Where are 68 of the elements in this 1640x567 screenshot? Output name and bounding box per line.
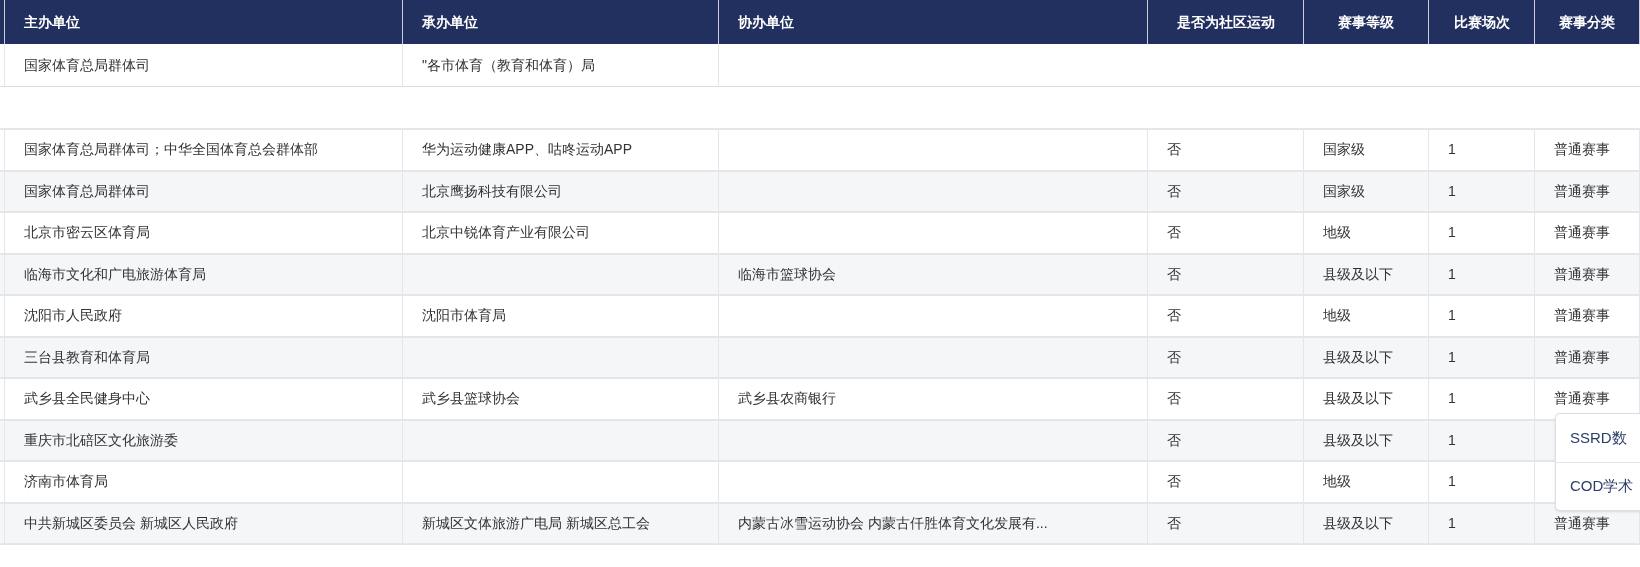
table-cell-text: 地级: [1323, 306, 1351, 326]
table-cell-text: 国家体育总局群体司；中华全国体育总会群体部: [24, 140, 318, 160]
table-cell-text: 否: [1167, 181, 1181, 201]
table-cell-text: 济南市体育局: [24, 472, 108, 492]
table-cell-text: 县级及以下: [1323, 264, 1393, 284]
table-cell-text: 华为运动健康APP、咕咚运动APP: [422, 140, 633, 160]
table-cell-text: 武乡县全民健身中心: [24, 389, 150, 409]
table-cell-text: "各市体育（教育和体育）局: [422, 55, 595, 75]
table-cell-text: 否: [1167, 389, 1181, 409]
table-cell-text: 1: [1448, 389, 1456, 409]
table-cell-text: 否: [1167, 347, 1181, 367]
table-cell-text: 重庆市北碚区文化旅游委: [24, 430, 178, 450]
column-header: 赛事等级: [1338, 12, 1394, 32]
table-cell-text: 沈阳市体育局: [422, 306, 506, 326]
table-cell-text: 否: [1167, 430, 1181, 450]
table-cell-text: 国家体育总局群体司: [24, 55, 150, 75]
table-cell-text: 1: [1448, 223, 1456, 243]
table-cell-text: 国家体育总局群体司: [24, 181, 150, 201]
table-cell-text: 武乡县农商银行: [738, 389, 836, 409]
table-cell-text: 内蒙古冰雪运动协会 内蒙古仟胜体育文化发展有...: [738, 513, 1048, 533]
table-cell-text: 临海市篮球协会: [738, 264, 836, 284]
table-cell-text: 1: [1448, 347, 1456, 367]
table-cell-text: 普通赛事: [1554, 181, 1610, 201]
table-cell-text: 地级: [1323, 472, 1351, 492]
table-cell-text: 1: [1448, 306, 1456, 326]
table-cell-text: 普通赛事: [1554, 513, 1610, 533]
table-cell-text: 国家级: [1323, 140, 1365, 160]
table-cell-text: 县级及以下: [1323, 513, 1393, 533]
table-cell-text: 否: [1167, 223, 1181, 243]
table-cell-text: 北京鹰扬科技有限公司: [422, 181, 562, 201]
table-cell-text: 1: [1448, 181, 1456, 201]
table-cell-text: 县级及以下: [1323, 389, 1393, 409]
table-cell-text: 否: [1167, 513, 1181, 533]
table-cell-text: 普通赛事: [1554, 223, 1610, 243]
table-cell-text: 沈阳市人民政府: [24, 306, 122, 326]
column-header: 比赛场次: [1453, 12, 1510, 32]
column-header: 承办单位: [422, 12, 478, 32]
column-header: 协办单位: [738, 12, 794, 32]
table-cell-text: 武乡县篮球协会: [422, 389, 520, 409]
table-cell-text: 中共新城区委员会 新城区人民政府: [24, 513, 238, 533]
table-cell-text: 北京市密云区体育局: [24, 223, 150, 243]
menu-item[interactable]: COD学术: [1556, 462, 1640, 510]
table-cell-text: 1: [1448, 513, 1456, 533]
table-cell-text: 1: [1448, 472, 1456, 492]
table-cell-text: 县级及以下: [1323, 347, 1393, 367]
table-cell-text: 新城区文体旅游广电局 新城区总工会: [422, 513, 650, 533]
table-cell-text: 普通赛事: [1554, 140, 1610, 160]
table-cell-text: 1: [1448, 430, 1456, 450]
column-header: 主办单位: [24, 12, 80, 32]
table-cell-text: 地级: [1323, 223, 1351, 243]
column-header: 赛事分类: [1559, 12, 1615, 32]
menu-item[interactable]: SSRD数: [1556, 414, 1640, 462]
table-cell-text: 1: [1448, 264, 1456, 284]
table-cell-text: 普通赛事: [1554, 306, 1610, 326]
table-cell-text: 北京中锐体育产业有限公司: [422, 223, 590, 243]
table-cell-text: 国家级: [1323, 181, 1365, 201]
table-cell-text: 县级及以下: [1323, 430, 1393, 450]
table-cell-text: 普通赛事: [1554, 389, 1610, 409]
table-cell-text: 否: [1167, 264, 1181, 284]
table-cell-text: 否: [1167, 472, 1181, 492]
table-cell-text: 临海市文化和广电旅游体育局: [24, 264, 206, 284]
table-cell-text: 1: [1448, 140, 1456, 160]
table-cell-text: 否: [1167, 140, 1181, 160]
table-cell-text: 普通赛事: [1554, 347, 1610, 367]
table-cell-text: 普通赛事: [1554, 264, 1610, 284]
table-cell-text: 否: [1167, 306, 1181, 326]
column-header: 是否为社区运动: [1176, 12, 1275, 32]
table-cell-text: 三台县教育和体育局: [24, 347, 150, 367]
